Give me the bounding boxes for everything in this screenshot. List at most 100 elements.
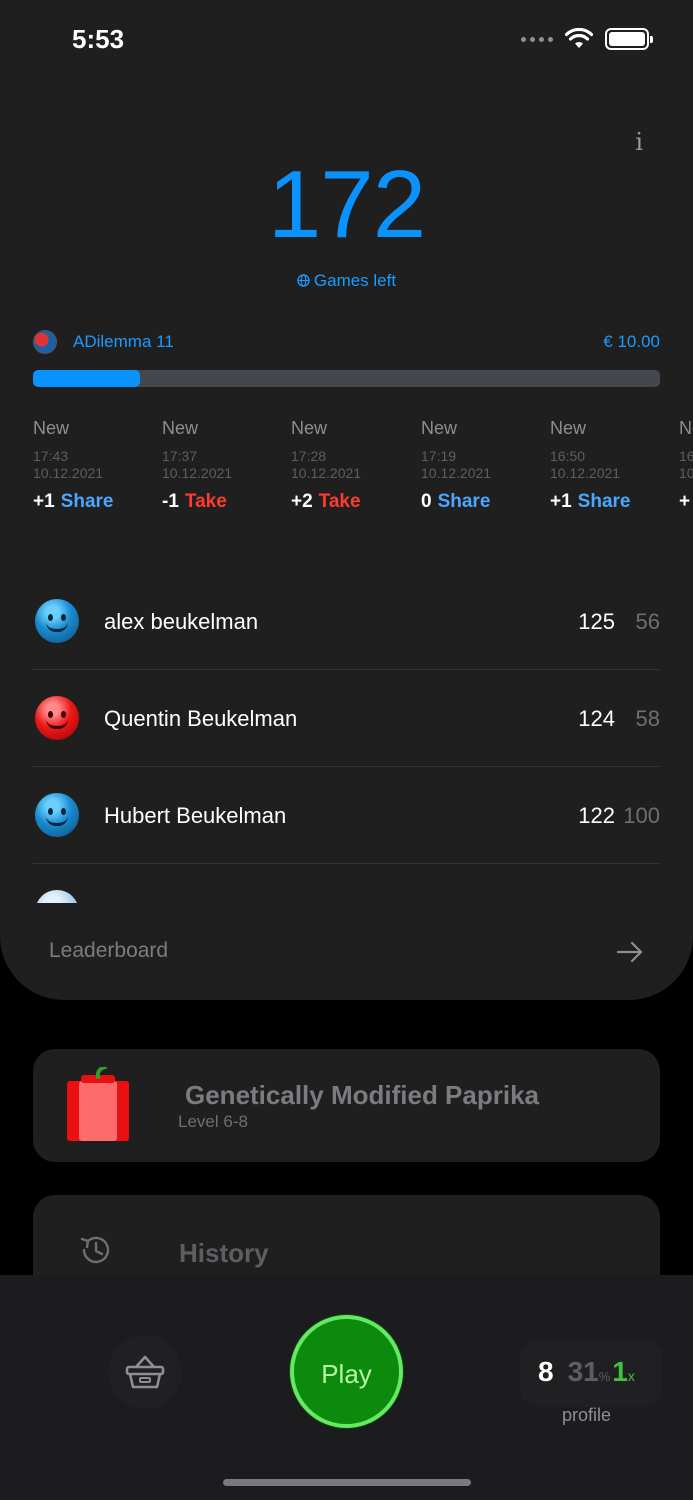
move-time: 17:37: [162, 448, 198, 464]
play-label: Play: [321, 1359, 372, 1389]
move-action: Take: [318, 491, 361, 512]
move-delta: 0: [421, 491, 432, 512]
move-date: 10.: [679, 465, 693, 481]
move-status: New: [291, 418, 328, 438]
arrow-right-icon[interactable]: [616, 941, 644, 963]
profile-stats: 8 31%1x: [538, 1356, 635, 1388]
level-title: Genetically Modified Paprika: [185, 1080, 539, 1110]
status-icons: [521, 28, 653, 50]
current-game-row[interactable]: ADilemma 11 € 10.00: [33, 330, 660, 356]
move-result: +1 Share: [550, 491, 670, 513]
move-date: 10.12.2021: [33, 465, 104, 481]
move-item[interactable]: New 17:37 10.12.2021 -1 Take: [162, 418, 282, 513]
wifi-icon: [565, 28, 593, 48]
move-date: 10.12.2021: [162, 465, 233, 481]
move-item[interactable]: New 16: 10. +: [679, 418, 693, 513]
player-games: 58: [635, 706, 660, 731]
game-prize: € 10.00: [603, 332, 660, 351]
shop-button[interactable]: [108, 1335, 182, 1409]
move-date: 10.12.2021: [291, 465, 362, 481]
status-bar: 5:53: [0, 0, 693, 80]
move-time: 17:43: [33, 448, 69, 464]
moves-strip[interactable]: New 17:43 10.12.2021 +1 Share New 17:37 1…: [33, 418, 693, 528]
move-item[interactable]: New 16:50 10.12.2021 +1 Share: [550, 418, 670, 513]
blue-smiley-icon: [35, 599, 79, 643]
player-score: 125: [578, 609, 615, 634]
move-status: New: [550, 418, 587, 438]
move-time: 16:: [679, 448, 693, 464]
move-result: 0 Share: [421, 491, 541, 513]
battery-icon: [605, 28, 653, 50]
move-status: New: [679, 418, 693, 438]
game-progress-bar: [33, 370, 660, 387]
leaderboard-label: Leaderboard: [49, 939, 169, 962]
player-name: alex beukelman: [104, 609, 259, 634]
move-time: 17:28: [291, 448, 327, 464]
leaderboard-row[interactable]: Hubert Beukelman 122 100: [33, 767, 660, 864]
player-name: Quentin Beukelman: [104, 706, 298, 731]
games-left-label-row: Games left: [0, 271, 693, 291]
game-progress-fill: [33, 370, 140, 387]
player-score: 124: [578, 706, 615, 731]
profile-multiplier: 1: [612, 1356, 628, 1387]
cellular-signal-icon: [521, 36, 553, 42]
player-games: 100: [623, 803, 660, 828]
move-result: +2 Take: [291, 491, 411, 513]
move-result: -1 Take: [162, 491, 282, 513]
move-result: +: [679, 491, 693, 513]
leaderboard-row[interactable]: alex beukelman 125 56: [33, 573, 660, 670]
move-status: New: [162, 418, 199, 438]
move-delta: +1: [33, 491, 55, 512]
profile-label[interactable]: profile: [562, 1405, 611, 1426]
player-score: 122: [578, 803, 615, 828]
move-action: Share: [437, 491, 491, 512]
basket-icon: [125, 1355, 165, 1389]
player-name: Hubert Beukelman: [104, 803, 287, 828]
move-delta: +2: [291, 491, 313, 512]
history-icon: [80, 1236, 110, 1264]
move-time: 17:19: [421, 448, 457, 464]
status-time: 5:53: [72, 24, 125, 54]
game-name: ADilemma 11: [73, 332, 174, 351]
level-card[interactable]: Genetically Modified Paprika Level 6-8: [33, 1049, 660, 1162]
leaderboard-row[interactable]: [33, 864, 660, 903]
red-devil-icon: [35, 696, 79, 740]
move-date: 10.12.2021: [550, 465, 621, 481]
globe-icon: [297, 274, 310, 287]
move-item[interactable]: New 17:28 10.12.2021 +2 Take: [291, 418, 411, 513]
move-status: New: [421, 418, 458, 438]
grey-smiley-icon: [35, 890, 79, 903]
play-button[interactable]: Play: [290, 1315, 403, 1428]
profile-percent: 31: [567, 1356, 599, 1387]
game-summary-card: 5:53 i 172 Games left ADilemma 11 € 10.0…: [0, 0, 693, 1000]
game-avatar-icon: [33, 330, 57, 354]
leaderboard-row[interactable]: Quentin Beukelman 124 58: [33, 670, 660, 767]
move-delta: +1: [550, 491, 572, 512]
move-delta: -1: [162, 491, 179, 512]
blue-smiley-icon: [35, 793, 79, 837]
move-date: 10.12.2021: [421, 465, 492, 481]
games-left-count: 172: [267, 151, 426, 258]
move-status: New: [33, 418, 70, 438]
history-label: History: [179, 1238, 269, 1268]
paprika-icon: [67, 1067, 129, 1141]
player-games: 56: [635, 609, 660, 634]
profile-multiplier-symbol: x: [627, 1368, 635, 1384]
move-delta: +: [679, 491, 691, 512]
leaderboard-link[interactable]: Leaderboard: [49, 937, 644, 967]
move-item[interactable]: New 17:19 10.12.2021 0 Share: [421, 418, 541, 513]
bottom-tab-bar: Play 8 31%1x: [0, 1275, 693, 1500]
move-action: Share: [60, 491, 114, 512]
profile-level: 8: [538, 1356, 554, 1387]
level-subtitle: Level 6-8: [178, 1112, 248, 1131]
home-indicator[interactable]: [223, 1479, 471, 1486]
leaderboard-list[interactable]: alex beukelman 125 56 Quentin Beukelman …: [33, 573, 660, 903]
games-left-label: Games left: [313, 271, 397, 290]
move-result: +1 Share: [33, 491, 153, 513]
move-action: Share: [577, 491, 631, 512]
move-time: 16:50: [550, 448, 586, 464]
profile-percent-symbol: %: [598, 1369, 611, 1384]
profile-button[interactable]: 8 31%1x: [520, 1339, 662, 1407]
move-item[interactable]: New 17:43 10.12.2021 +1 Share: [33, 418, 153, 513]
move-action: Take: [184, 491, 227, 512]
